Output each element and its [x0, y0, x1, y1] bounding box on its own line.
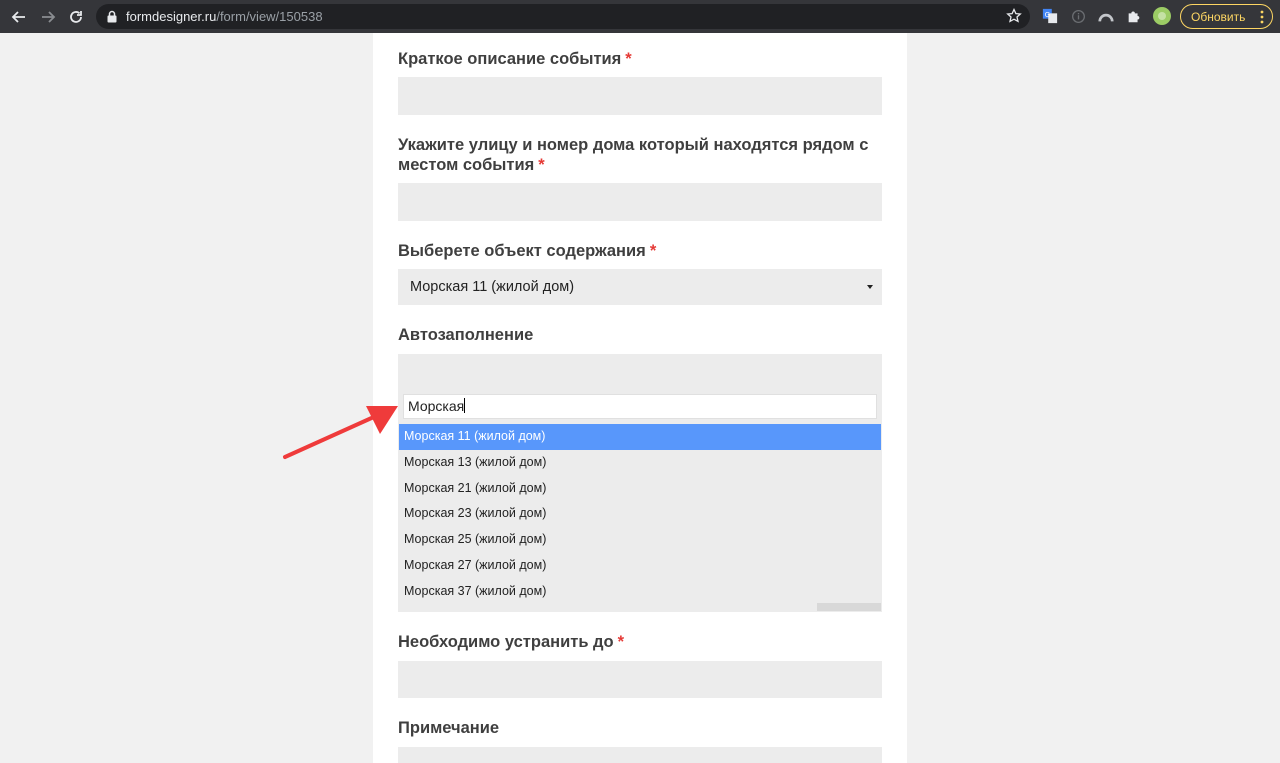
autofill-option[interactable]: Морская 21 (жилой дом)	[399, 476, 881, 502]
svg-text:G: G	[1045, 10, 1051, 19]
info-icon	[1071, 9, 1085, 23]
bookmark-star-icon[interactable]	[1006, 8, 1022, 24]
arrow-left-icon	[11, 11, 25, 23]
profile-avatar[interactable]	[1153, 7, 1171, 25]
required-mark: *	[538, 156, 545, 174]
more-vert-icon	[1260, 10, 1264, 24]
forward-button[interactable]	[37, 6, 59, 28]
reload-icon	[70, 11, 82, 23]
object-select-value: Морская 11 (жилой дом)	[410, 279, 575, 295]
autofill-dropdown: Морская Морская 11 (жилой дом) Морская 13…	[398, 354, 882, 612]
object-label: Выберете объект содержания *	[398, 242, 657, 260]
street-label: Укажите улицу и номер дома который наход…	[398, 136, 869, 174]
note-label: Примечание	[398, 719, 500, 737]
info-extension-icon[interactable]	[1069, 7, 1087, 25]
autofill-option[interactable]: Морская 23 (жилой дом)	[399, 501, 881, 527]
autofill-search-input[interactable]: Морская	[403, 394, 877, 419]
annotation-arrow-icon	[283, 406, 398, 459]
translate-icon: G	[1042, 8, 1058, 24]
autofill-option[interactable]: Морская 37 (жилой дом)	[399, 579, 881, 605]
avatar-icon	[1153, 7, 1171, 25]
reload-button[interactable]	[65, 6, 87, 28]
arc-extension-icon[interactable]	[1097, 7, 1115, 25]
browser-toolbar: formdesigner.ru/form/view/150538 G Обнов…	[0, 0, 1280, 33]
update-button-label: Обновить	[1191, 9, 1246, 24]
scrollbar[interactable]	[817, 603, 881, 611]
caret-down-icon	[867, 285, 873, 289]
required-mark: *	[617, 633, 625, 651]
short-description-label: Краткое описание события *	[398, 50, 632, 68]
autofill-option[interactable]: Морская 13 (жилой дом)	[399, 450, 881, 476]
deadline-input[interactable]	[398, 661, 882, 698]
update-button[interactable]: Обновить	[1180, 4, 1273, 29]
street-input[interactable]	[398, 183, 882, 221]
autofill-options-list: Морская 11 (жилой дом) Морская 13 (жилой …	[399, 424, 881, 605]
autofill-option[interactable]: Морская 25 (жилой дом)	[399, 527, 881, 553]
arrow-right-icon	[42, 11, 56, 23]
required-mark: *	[649, 242, 657, 260]
translate-extension-icon[interactable]: G	[1041, 7, 1059, 25]
object-select[interactable]: Морская 11 (жилой дом)	[398, 269, 882, 305]
url-text: formdesigner.ru/form/view/150538	[126, 9, 323, 24]
text-cursor	[464, 398, 466, 413]
back-button[interactable]	[8, 6, 30, 28]
arc-icon	[1098, 13, 1114, 22]
address-bar[interactable]: formdesigner.ru/form/view/150538	[96, 4, 1030, 29]
lock-icon	[107, 10, 117, 23]
autofill-option[interactable]: Морская 27 (жилой дом)	[399, 553, 881, 579]
autofill-label: Автозаполнение	[398, 326, 534, 344]
note-input[interactable]	[398, 747, 882, 763]
short-description-input[interactable]	[398, 77, 882, 115]
puzzle-icon	[1128, 11, 1140, 23]
autofill-option[interactable]: Морская 11 (жилой дом)	[399, 424, 881, 450]
required-mark: *	[625, 50, 632, 68]
deadline-label: Необходимо устранить до *	[398, 633, 625, 651]
extensions-button[interactable]	[1125, 7, 1143, 25]
